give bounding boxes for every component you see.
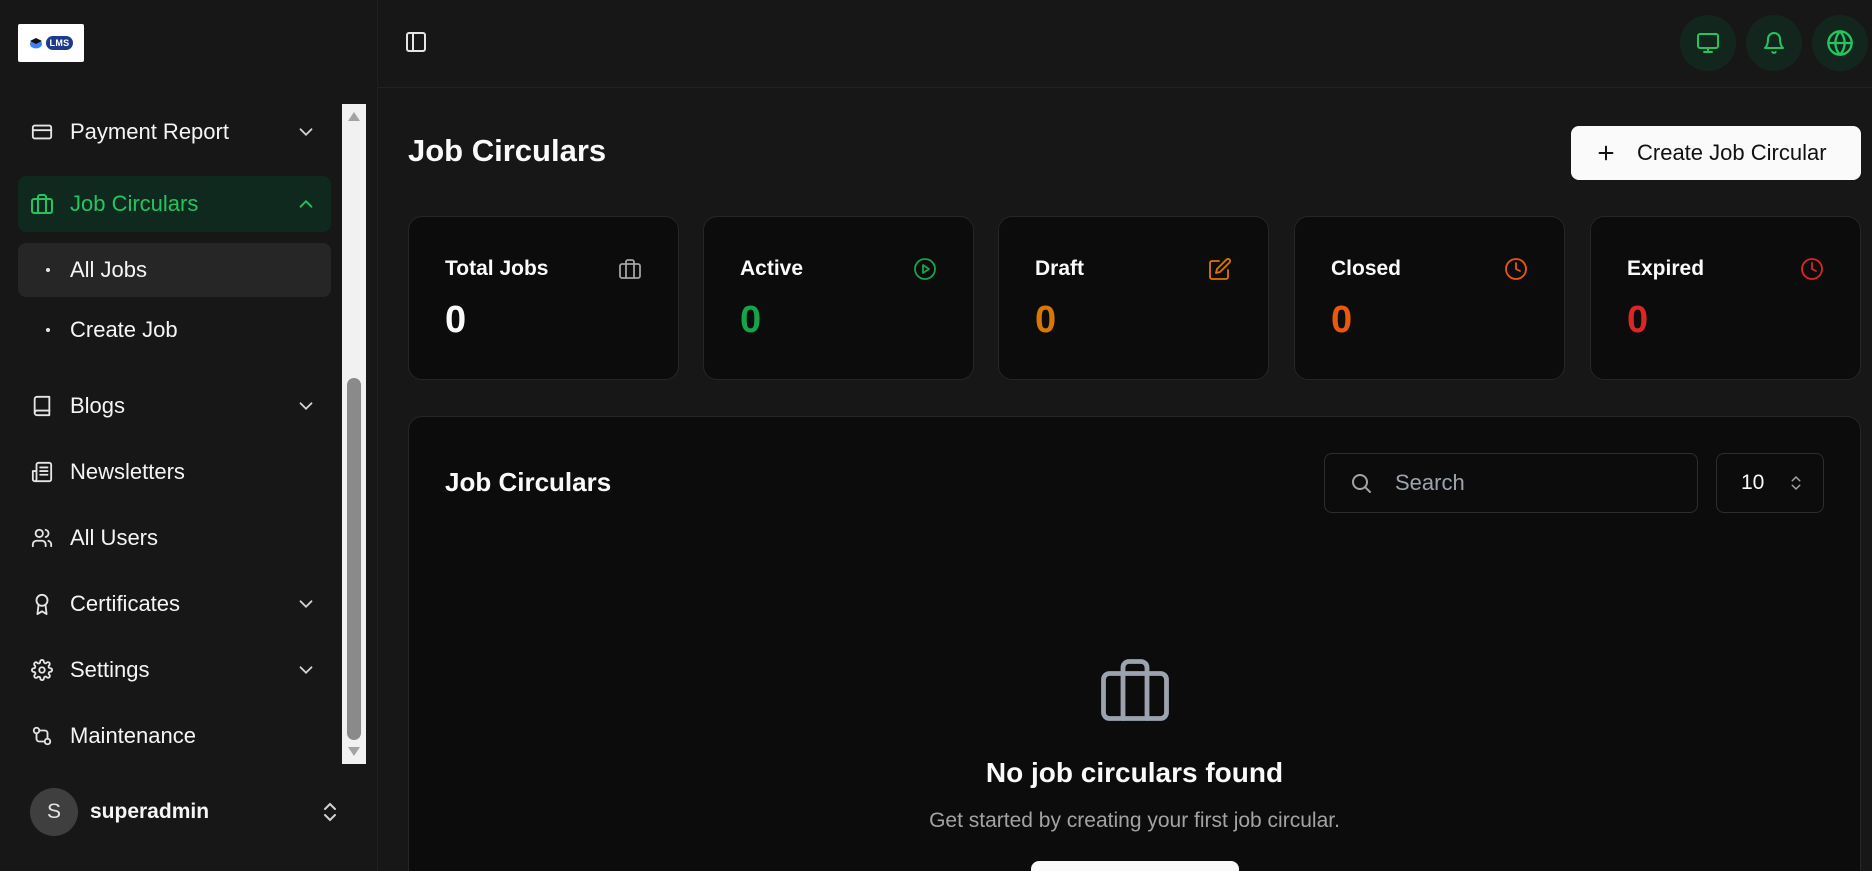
stat-card-total-jobs: Total Jobs 0 [408, 216, 679, 380]
briefcase-icon [618, 257, 642, 281]
sidebar: LMS Payment Report Job Circulars All Job… [0, 0, 378, 871]
stat-label: Closed [1331, 257, 1402, 280]
briefcase-icon [1099, 657, 1171, 723]
stat-label: Total Jobs [445, 257, 549, 280]
stat-card-active: Active 0 [703, 216, 974, 380]
stat-card-draft: Draft 0 [998, 216, 1269, 380]
chevrons-up-down-icon [1787, 474, 1805, 492]
empty-state-create-button[interactable] [1031, 861, 1239, 871]
stat-value: 0 [445, 299, 467, 341]
subitem-label: All Jobs [70, 257, 148, 282]
monitor-icon [1696, 31, 1720, 55]
scroll-up-arrow-icon[interactable] [348, 112, 360, 121]
sidebar-subitem-all-jobs[interactable]: All Jobs [18, 243, 331, 297]
chevron-down-icon [295, 593, 317, 615]
sidebar-subitem-create-job[interactable]: Create Job [18, 303, 331, 357]
sidebar-item-label: Settings [70, 657, 150, 682]
stat-card-expired: Expired 0 [1590, 216, 1861, 380]
page-size-value: 10 [1741, 471, 1765, 494]
book-icon [28, 392, 56, 420]
clock-icon [1800, 257, 1824, 281]
empty-state-subtitle: Get started by creating your first job c… [929, 809, 1340, 832]
stat-card-closed: Closed 0 [1294, 216, 1565, 380]
user-menu[interactable]: S superadmin [18, 786, 348, 838]
award-icon [28, 590, 56, 618]
gear-icon [28, 656, 56, 684]
credit-card-icon [28, 118, 56, 146]
globe-icon [1826, 29, 1854, 57]
empty-state-title: No job circulars found [985, 757, 1284, 788]
sidebar-item-job-circulars[interactable]: Job Circulars [18, 176, 331, 232]
stat-value: 0 [1627, 299, 1649, 341]
stat-value: 0 [1035, 299, 1057, 341]
plus-icon [1595, 142, 1617, 164]
scroll-down-arrow-icon[interactable] [348, 747, 360, 756]
notifications-button[interactable] [1746, 15, 1802, 71]
sidebar-item-maintenance[interactable]: Maintenance [18, 708, 331, 764]
stat-value: 0 [1331, 299, 1353, 341]
sidebar-item-newsletters[interactable]: Newsletters [18, 444, 331, 500]
stat-label: Draft [1035, 257, 1085, 280]
bullet-dot [46, 328, 50, 332]
search-input[interactable] [1395, 470, 1675, 496]
bullet-dot [46, 268, 50, 272]
create-job-circular-button[interactable]: Create Job Circular [1571, 126, 1861, 180]
chevron-up-icon [295, 193, 317, 215]
subitem-label: Create Job [70, 317, 178, 342]
create-button-label: Create Job Circular [1637, 140, 1827, 165]
users-icon [28, 524, 56, 552]
sidebar-item-all-users[interactable]: All Users [18, 510, 331, 566]
bell-icon [1762, 31, 1786, 55]
table-title: Job Circulars [445, 467, 612, 497]
search-box[interactable] [1324, 453, 1698, 513]
search-icon [1349, 471, 1373, 495]
lms-logo[interactable]: LMS [18, 24, 84, 62]
avatar: S [30, 788, 78, 836]
sidebar-item-payment-report[interactable]: Payment Report [18, 104, 331, 160]
sidebar-item-label: Certificates [70, 591, 181, 616]
logo-text: LMS [45, 36, 74, 50]
panel-toggle-icon[interactable] [404, 30, 430, 56]
page-size-select[interactable]: 10 [1716, 453, 1824, 513]
sidebar-item-settings[interactable]: Settings [18, 642, 331, 698]
wrench-tools-icon [28, 722, 56, 750]
chevrons-up-down-icon [318, 800, 342, 824]
sidebar-item-blogs[interactable]: Blogs [18, 378, 331, 434]
chevron-down-icon [295, 121, 317, 143]
username: superadmin [90, 800, 210, 823]
sidebar-item-label: Blogs [70, 393, 126, 418]
stat-label: Expired [1627, 257, 1705, 280]
sidebar-item-label: Payment Report [70, 119, 229, 144]
job-circulars-table-card: Job Circulars 10 No job circulars found … [408, 416, 1861, 871]
chevron-down-icon [295, 395, 317, 417]
clock-icon [1504, 257, 1528, 281]
stat-value: 0 [740, 299, 762, 341]
sidebar-item-certificates[interactable]: Certificates [18, 576, 331, 632]
sidebar-item-label: Job Circulars [70, 191, 199, 216]
sidebar-item-label: Maintenance [70, 723, 196, 748]
language-button[interactable] [1812, 15, 1868, 71]
play-circle-icon [913, 257, 937, 281]
top-bar [378, 0, 1872, 88]
briefcase-icon [28, 190, 56, 218]
newspaper-icon [28, 458, 56, 486]
edit-icon [1208, 257, 1232, 281]
sidebar-nav: Payment Report Job Circulars All Jobs Cr… [0, 104, 340, 764]
monitor-button[interactable] [1680, 15, 1736, 71]
sidebar-scrollbar[interactable] [342, 104, 366, 764]
sidebar-item-label: Newsletters [70, 459, 185, 484]
graduation-cap-icon [29, 38, 42, 49]
stat-label: Active [740, 257, 804, 280]
sidebar-item-label: All Users [70, 525, 159, 550]
scrollbar-thumb[interactable] [347, 378, 361, 740]
page-title: Job Circulars [408, 133, 607, 168]
chevron-down-icon [295, 659, 317, 681]
